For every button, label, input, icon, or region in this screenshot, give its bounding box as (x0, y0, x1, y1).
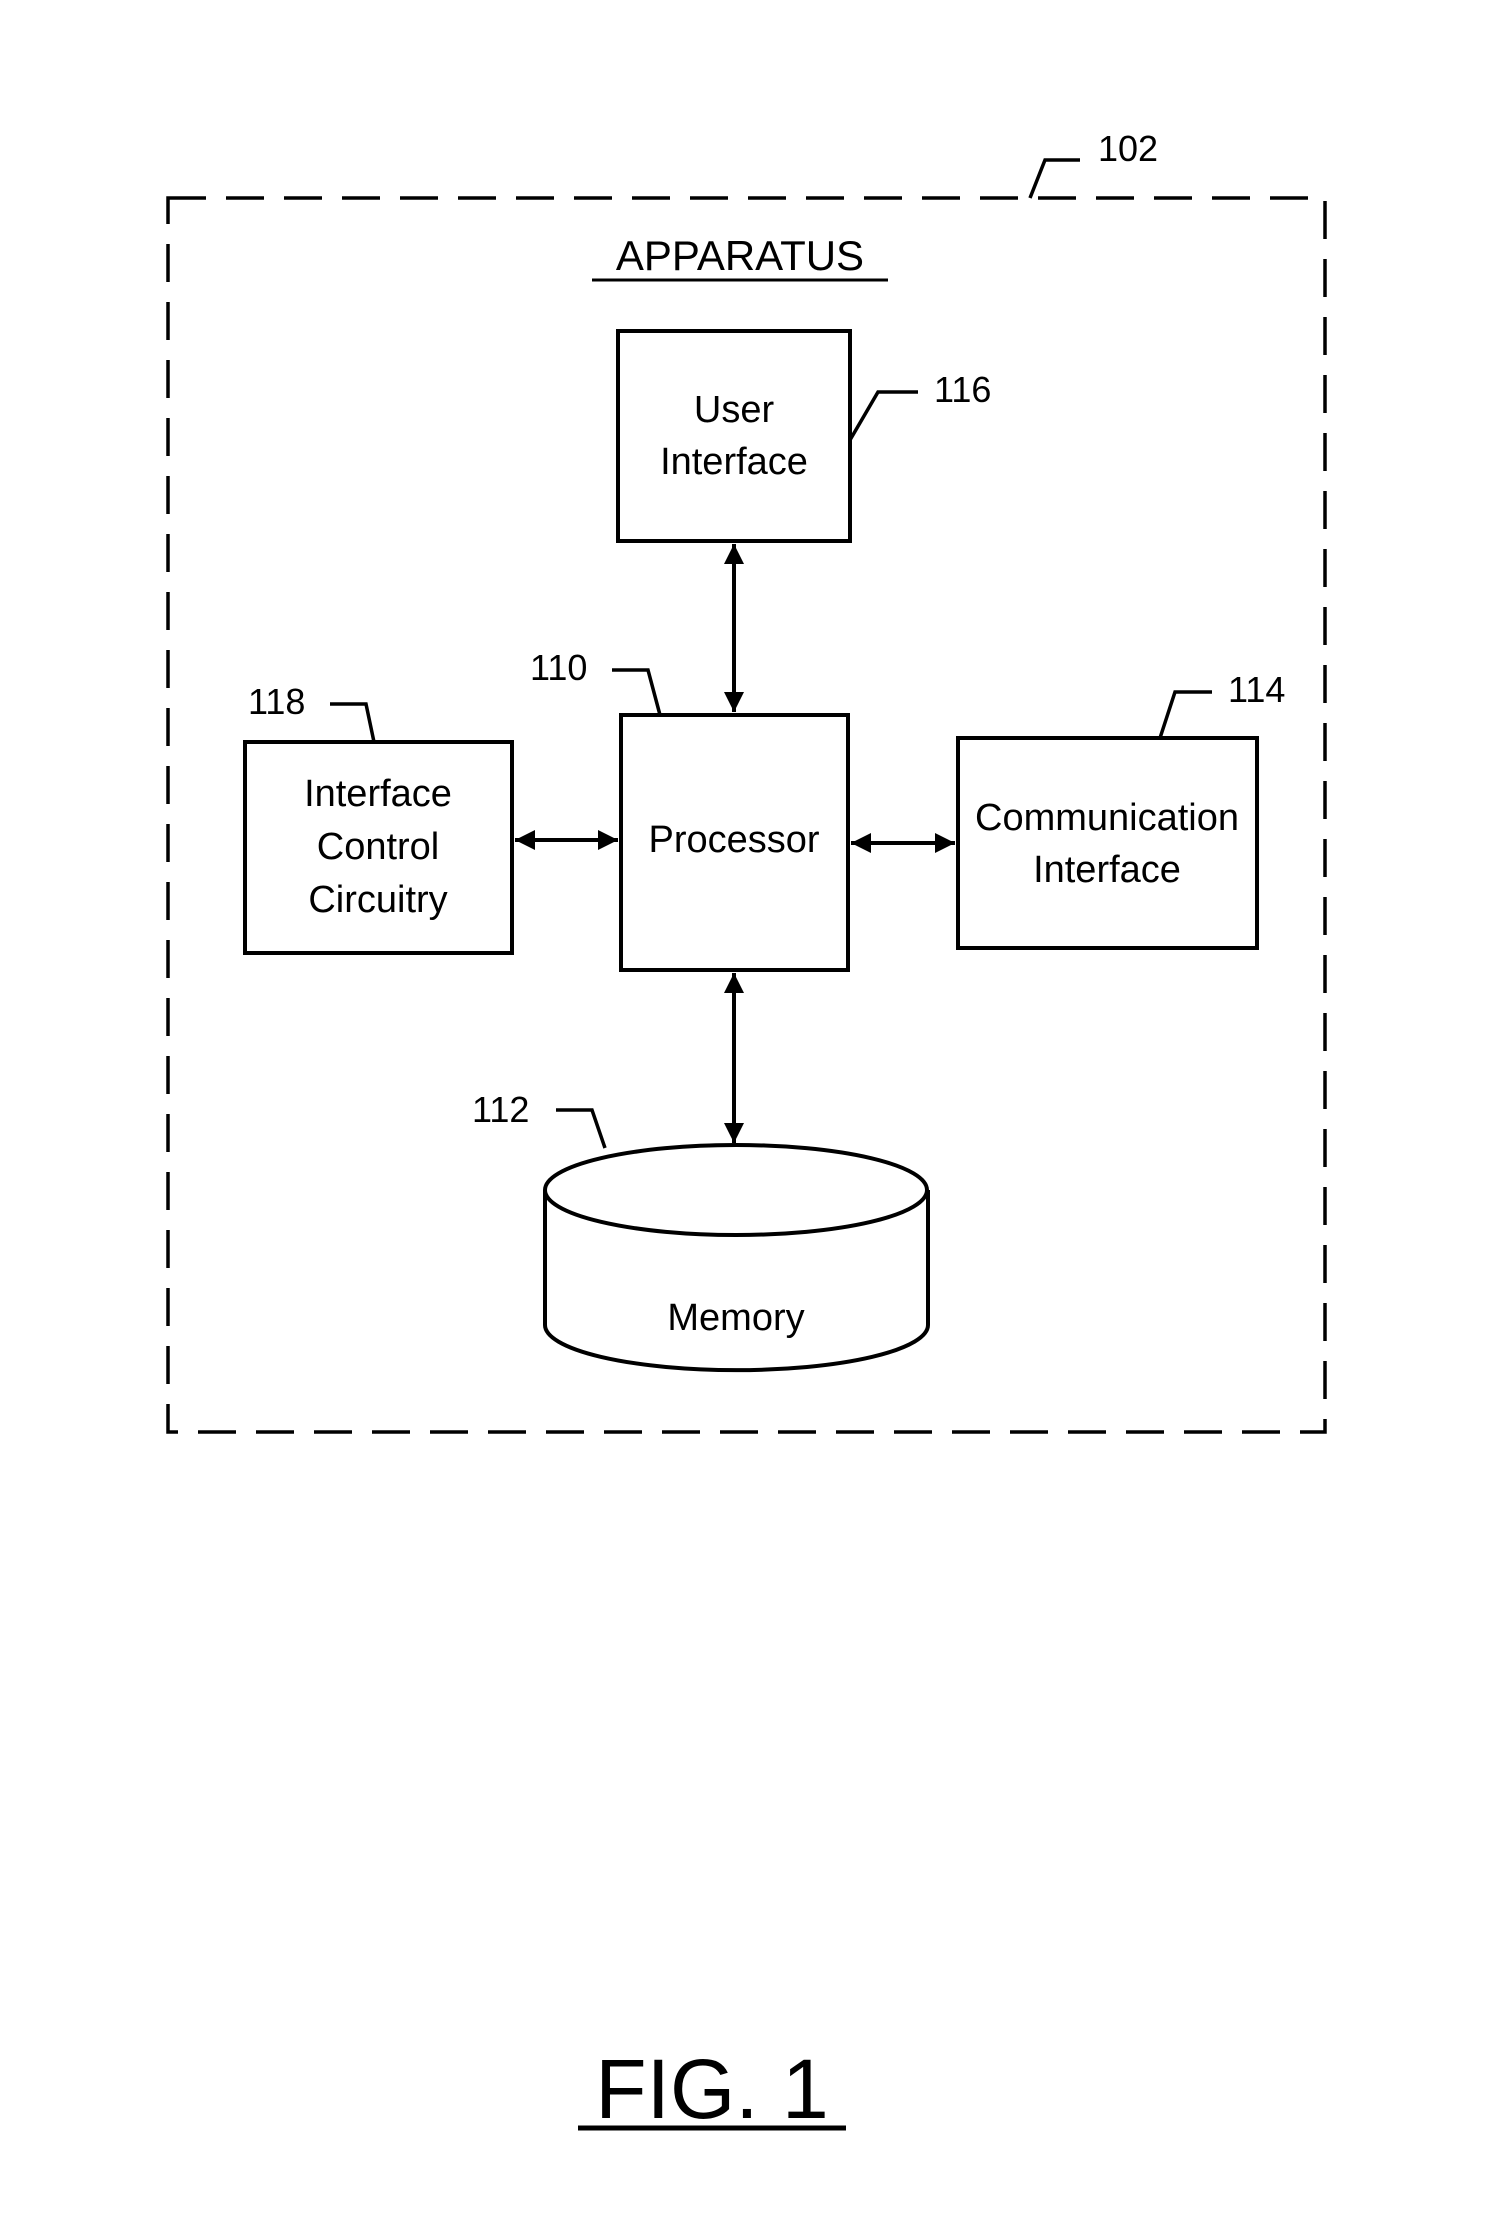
node-label: Processor (648, 819, 819, 861)
ref-leader-110 (612, 668, 662, 716)
ref-leader-114 (1158, 690, 1212, 739)
node-label: Interface (1033, 849, 1181, 891)
ref-leader-112 (556, 1108, 607, 1149)
ref-label-118: 118 (248, 681, 305, 722)
node-interface-control-circuitry[interactable]: Interface Control Circuitry (243, 740, 514, 955)
ref-label-102: 102 (1098, 128, 1158, 169)
node-label: Control (317, 826, 440, 868)
node-memory[interactable]: Memory (543, 1143, 930, 1373)
ref-label-110: 110 (530, 647, 587, 688)
apparatus-title: APPARATUS (616, 232, 864, 279)
node-label: Communication (975, 797, 1239, 839)
ref-leader-118 (330, 702, 376, 743)
node-label: Interface (304, 773, 452, 815)
ref-label-114: 114 (1228, 669, 1285, 710)
node-label: Circuitry (308, 879, 447, 921)
block-diagram: 102 APPARATUS User Interface 116 Process… (166, 128, 1327, 2136)
figure-caption: FIG. 1 (595, 2042, 828, 2136)
node-user-interface[interactable]: User Interface (616, 329, 852, 543)
node-label: User (694, 389, 775, 431)
ref-leader-116 (848, 390, 918, 441)
node-communication-interface[interactable]: Communication Interface (956, 736, 1259, 950)
node-label: Interface (660, 441, 808, 483)
ref-label-116: 116 (934, 369, 991, 410)
ref-label-112: 112 (472, 1089, 529, 1130)
node-label: Memory (667, 1297, 804, 1339)
ref-leader-102 (1028, 158, 1080, 199)
node-processor[interactable]: Processor (619, 713, 850, 972)
